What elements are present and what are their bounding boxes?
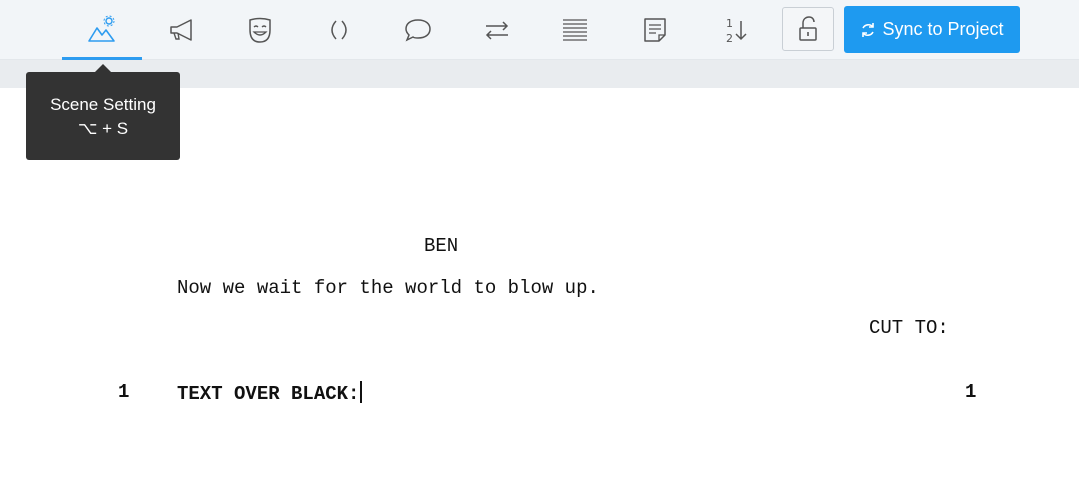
tooltip-shortcut: ⌥ + S: [77, 119, 129, 138]
theater-mask-icon: [249, 17, 271, 43]
scene-setting-icon: [88, 15, 115, 42]
transition-tool[interactable]: [457, 0, 537, 60]
parenthetical-tool[interactable]: [299, 0, 379, 60]
sync-button-label: Sync to Project: [882, 19, 1004, 39]
scene-setting-tool[interactable]: [62, 0, 142, 61]
scene-numbering-icon: 1 2: [726, 17, 747, 45]
scene-setting-tooltip: Scene Setting ⌥ + S: [26, 64, 180, 160]
speech-bubble-icon: [405, 19, 431, 42]
transition-arrows-icon: [485, 21, 509, 40]
general-text-tool[interactable]: [535, 0, 615, 60]
svg-text:2: 2: [726, 32, 733, 45]
lines-icon: [563, 19, 587, 41]
scene-heading-line[interactable]: TEXT OVER BLACK:: [177, 381, 363, 405]
dialogue-line[interactable]: Now we wait for the world to blow up.: [177, 277, 599, 299]
unlock-icon: [799, 16, 817, 41]
scene-heading-text: TEXT OVER BLACK:: [177, 383, 360, 405]
sync-to-project-button[interactable]: Sync to Project: [844, 6, 1020, 53]
parenthetical-icon: [331, 20, 347, 40]
action-tool[interactable]: [142, 0, 222, 60]
megaphone-icon: [170, 19, 192, 41]
scene-number-right: 1: [965, 381, 977, 403]
sync-icon: [862, 22, 875, 37]
tooltip-title: Scene Setting: [50, 95, 156, 114]
character-tool[interactable]: [220, 0, 300, 60]
note-icon: [644, 18, 666, 42]
scene-number-left: 1: [118, 381, 130, 403]
character-name[interactable]: BEN: [424, 235, 458, 257]
transition-text[interactable]: CUT TO:: [869, 317, 949, 339]
toolbar: 1 2 Sync to Project: [0, 0, 1079, 61]
text-cursor: [360, 381, 363, 403]
svg-text:1: 1: [726, 17, 733, 30]
note-tool[interactable]: [615, 0, 695, 60]
scene-numbering-tool[interactable]: 1 2: [695, 0, 775, 60]
dialogue-tool[interactable]: [378, 0, 458, 60]
lock-button[interactable]: [782, 7, 834, 51]
